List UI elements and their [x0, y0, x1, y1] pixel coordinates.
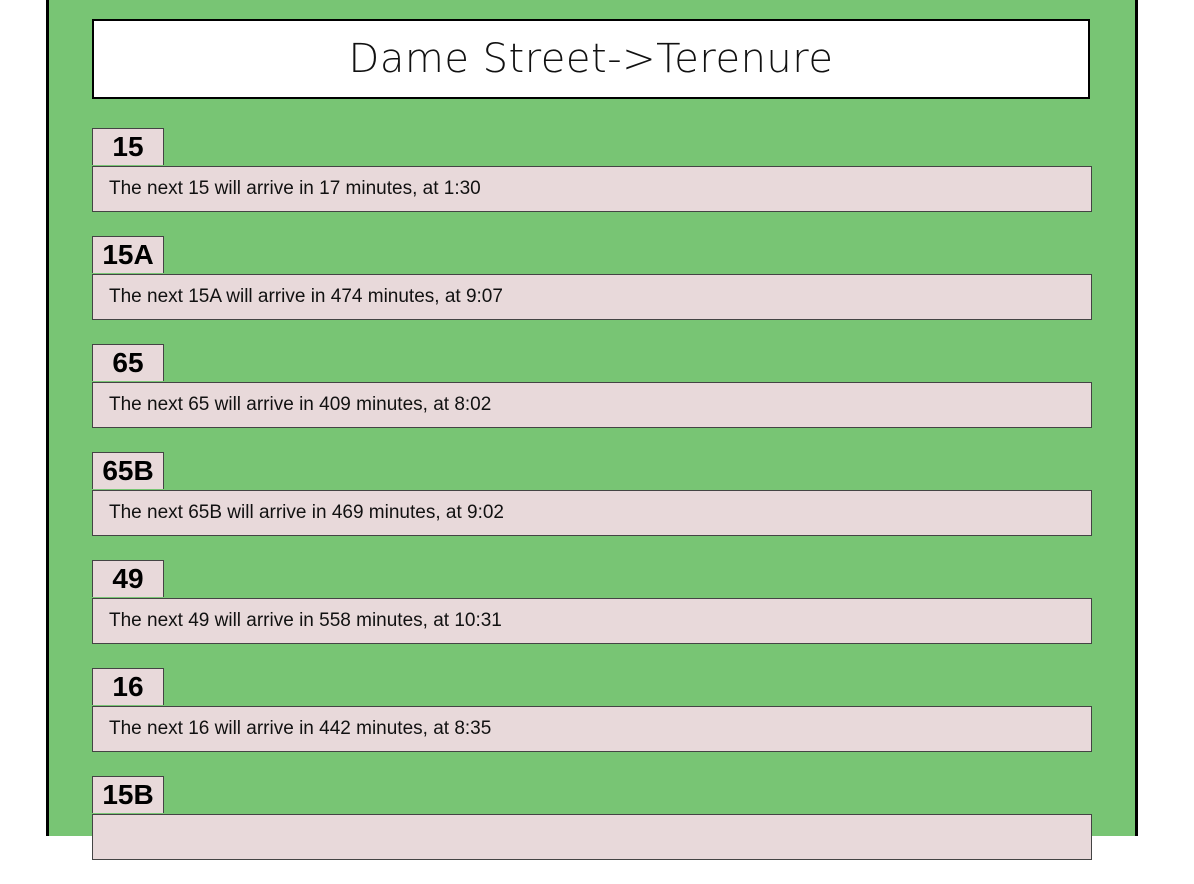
route-card: 16 The next 16 will arrive in 442 minute… — [92, 668, 1092, 776]
route-number: 65B — [92, 452, 164, 489]
main-panel: Dame Street->Terenure 15 The next 15 wil… — [46, 0, 1138, 860]
route-card: 65B The next 65B will arrive in 469 minu… — [92, 452, 1092, 560]
route-card: 15B — [92, 776, 1092, 884]
route-number: 15 — [92, 128, 164, 165]
route-number: 15A — [92, 236, 164, 273]
route-arrival-message: The next 15A will arrive in 474 minutes,… — [92, 274, 1092, 320]
route-arrival-message: The next 49 will arrive in 558 minutes, … — [92, 598, 1092, 644]
route-arrival-message: The next 65 will arrive in 409 minutes, … — [92, 382, 1092, 428]
route-arrival-message: The next 15 will arrive in 17 minutes, a… — [92, 166, 1092, 212]
route-number: 15B — [92, 776, 164, 813]
route-card: 15 The next 15 will arrive in 17 minutes… — [92, 128, 1092, 236]
route-number: 65 — [92, 344, 164, 381]
route-arrival-message: The next 65B will arrive in 469 minutes,… — [92, 490, 1092, 536]
route-list: 15 The next 15 will arrive in 17 minutes… — [92, 128, 1092, 884]
route-arrival-message — [92, 814, 1092, 860]
route-number: 16 — [92, 668, 164, 705]
route-card: 49 The next 49 will arrive in 558 minute… — [92, 560, 1092, 668]
title-box: Dame Street->Terenure — [92, 19, 1090, 99]
route-number: 49 — [92, 560, 164, 597]
route-arrival-message: The next 16 will arrive in 442 minutes, … — [92, 706, 1092, 752]
page-title: Dame Street->Terenure — [348, 36, 834, 82]
route-card: 15A The next 15A will arrive in 474 minu… — [92, 236, 1092, 344]
route-card: 65 The next 65 will arrive in 409 minute… — [92, 344, 1092, 452]
